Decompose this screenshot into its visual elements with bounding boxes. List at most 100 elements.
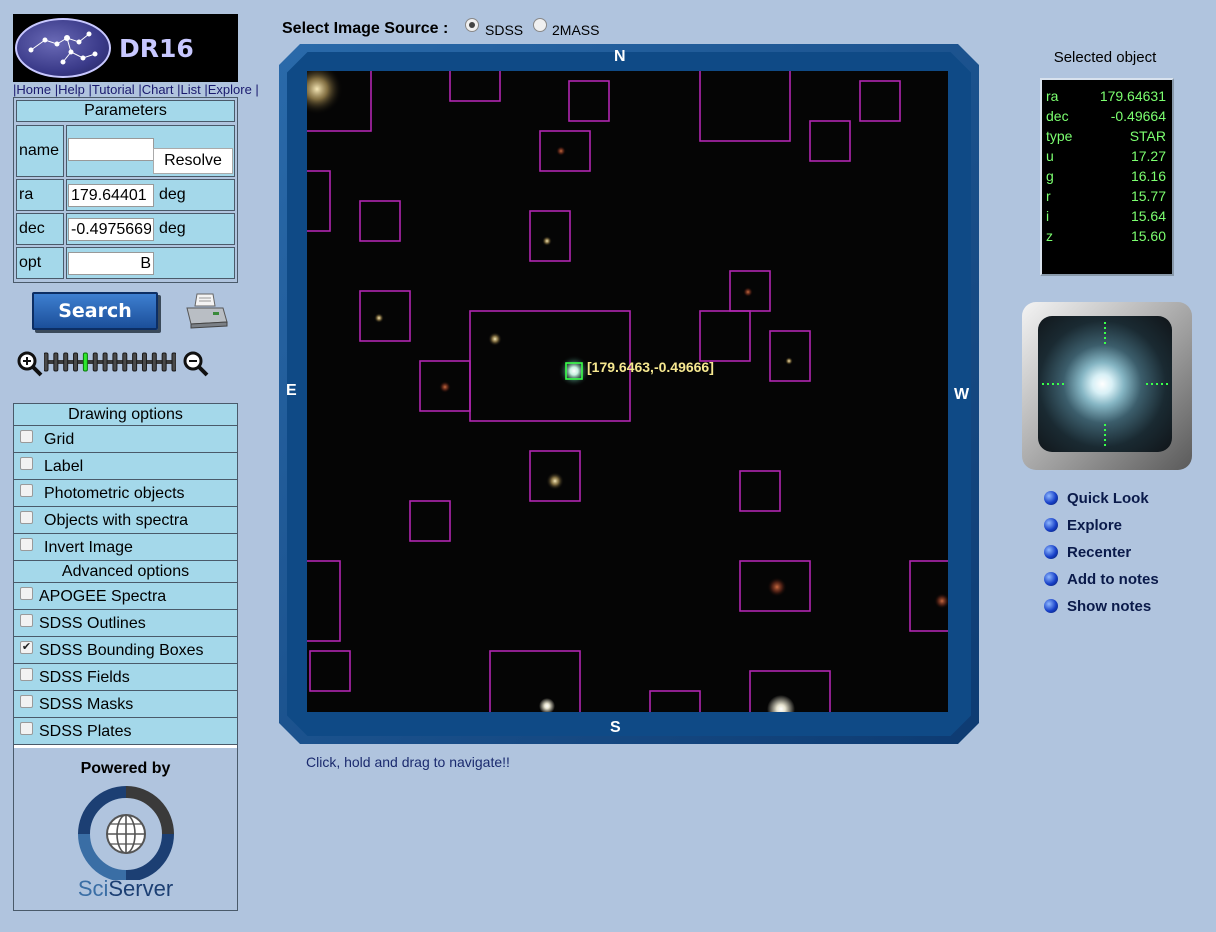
plates-checkbox[interactable] — [20, 722, 33, 735]
dec-unit: deg — [159, 220, 186, 237]
zoom-level-tick[interactable] — [171, 352, 176, 372]
dec-input[interactable] — [68, 218, 154, 241]
bounding-box[interactable] — [309, 650, 351, 692]
option-apogee-spectra[interactable]: APOGEE Spectra — [14, 583, 237, 610]
zoom-level-tick[interactable] — [102, 352, 108, 372]
bounding-box[interactable] — [359, 290, 411, 342]
zoom-level-tick[interactable] — [141, 352, 147, 372]
star — [539, 698, 555, 712]
name-input[interactable] — [68, 138, 154, 161]
star — [743, 287, 753, 297]
object-thumbnail[interactable] — [1022, 302, 1192, 470]
option-label: SDSS Bounding Boxes — [39, 642, 204, 659]
bounding-box[interactable] — [409, 500, 451, 542]
option-objects-with-spectra[interactable]: Objects with spectra — [14, 507, 237, 534]
invert-checkbox[interactable] — [20, 538, 33, 551]
zoom-out-icon[interactable] — [182, 350, 210, 383]
south-label[interactable]: S — [610, 719, 621, 737]
zoom-level-tick[interactable] — [122, 352, 128, 372]
brand-server: Server — [108, 876, 174, 901]
sky-image-viewer[interactable]: [179.6463,-0.49666] — [307, 71, 948, 712]
label-checkbox[interactable] — [20, 457, 33, 470]
option-sdss-fields[interactable]: SDSS Fields — [14, 664, 237, 691]
resolve-button[interactable]: Resolve — [153, 148, 233, 174]
bounding-box[interactable] — [449, 71, 501, 102]
nav-explore[interactable]: Explore — [208, 82, 252, 97]
option-sdss-plates[interactable]: SDSS Plates — [14, 718, 237, 745]
name-row: name Resolve — [16, 125, 235, 177]
zoom-slider[interactable] — [44, 352, 176, 372]
fields-checkbox[interactable] — [20, 668, 33, 681]
navigation-hint: Click, hold and drag to navigate!! — [306, 754, 510, 770]
grid-checkbox[interactable] — [20, 430, 33, 443]
nav-help[interactable]: Help — [58, 82, 85, 97]
opt-input[interactable] — [68, 252, 154, 275]
bounding-box[interactable] — [699, 71, 791, 142]
zoom-level-tick[interactable] — [161, 352, 167, 372]
zoom-level-tick[interactable] — [53, 352, 59, 372]
option-label-toggle[interactable]: Label — [14, 453, 237, 480]
option-invert-image[interactable]: Invert Image — [14, 534, 237, 561]
apogee-checkbox[interactable] — [20, 587, 33, 600]
ra-input[interactable] — [68, 184, 154, 207]
selection-coordinates: [179.6463,-0.49666] — [587, 359, 714, 375]
zoom-level-tick[interactable] — [112, 352, 118, 372]
bounding-boxes-checkbox[interactable]: ✔ — [20, 641, 33, 654]
dr16-logo[interactable]: DR16 — [13, 14, 238, 82]
option-sdss-masks[interactable]: SDSS Masks — [14, 691, 237, 718]
nav-home[interactable]: Home — [16, 82, 51, 97]
zoom-level-selected[interactable] — [82, 352, 88, 372]
drawing-options-panel: Drawing options Grid Label Photometric o… — [13, 403, 238, 911]
zoom-level-tick[interactable] — [151, 352, 157, 372]
zoom-level-tick[interactable] — [132, 352, 138, 372]
outlines-checkbox[interactable] — [20, 614, 33, 627]
option-sdss-outlines[interactable]: SDSS Outlines — [14, 610, 237, 637]
photometric-checkbox[interactable] — [20, 484, 33, 497]
option-grid[interactable]: Grid — [14, 426, 237, 453]
search-button[interactable]: Search — [32, 292, 158, 330]
dec-label: dec — [16, 213, 64, 245]
spectra-checkbox[interactable] — [20, 511, 33, 524]
bounding-box[interactable] — [739, 470, 781, 512]
sdss-radio[interactable] — [465, 18, 479, 32]
opt-row: opt — [16, 247, 235, 279]
sciserver-logo-icon[interactable] — [78, 786, 174, 885]
nav-list[interactable]: List — [181, 82, 201, 97]
zoom-level-tick[interactable] — [44, 352, 49, 372]
readout-value: 17.27 — [1130, 148, 1166, 164]
option-label: Invert Image — [44, 539, 133, 556]
bounding-box[interactable] — [809, 120, 851, 162]
zoom-level-tick[interactable] — [73, 352, 79, 372]
north-label[interactable]: N — [614, 48, 626, 66]
star — [488, 332, 502, 346]
east-label[interactable]: E — [286, 382, 297, 400]
zoom-level-tick[interactable] — [63, 352, 69, 372]
bounding-box[interactable] — [307, 170, 331, 232]
drawing-options-title: Drawing options — [14, 404, 237, 426]
bounding-box[interactable] — [649, 690, 701, 712]
bounding-box[interactable] — [489, 650, 581, 712]
zoom-level-tick[interactable] — [92, 352, 98, 372]
bounding-box[interactable] — [359, 200, 401, 242]
option-label: SDSS Fields — [39, 669, 130, 686]
brand-sci: Sci — [77, 876, 109, 901]
bounding-box[interactable] — [859, 80, 901, 122]
dec-row: dec deg — [16, 213, 235, 245]
nav-chart[interactable]: Chart — [142, 82, 174, 97]
star — [542, 236, 552, 246]
bounding-box[interactable] — [769, 330, 811, 382]
masks-checkbox[interactable] — [20, 695, 33, 708]
bullet-icon — [1044, 572, 1058, 586]
bounding-box[interactable] — [307, 560, 341, 642]
nav-tutorial[interactable]: Tutorial — [92, 82, 135, 97]
print-icon[interactable] — [183, 292, 229, 337]
bounding-box[interactable] — [699, 310, 751, 362]
option-photometric-objects[interactable]: Photometric objects — [14, 480, 237, 507]
zoom-in-icon[interactable] — [16, 350, 44, 383]
sky-image[interactable]: [179.6463,-0.49666] — [307, 71, 948, 712]
bounding-box[interactable] — [529, 210, 571, 262]
bounding-box[interactable] — [568, 80, 610, 122]
option-sdss-bounding-boxes[interactable]: ✔ SDSS Bounding Boxes — [14, 637, 237, 664]
2mass-radio[interactable] — [533, 18, 547, 32]
west-label[interactable]: W — [954, 386, 969, 404]
